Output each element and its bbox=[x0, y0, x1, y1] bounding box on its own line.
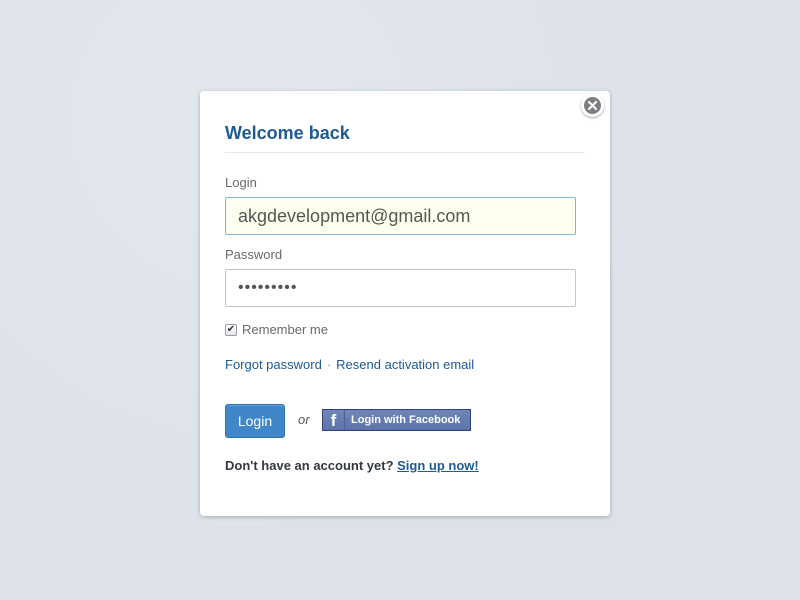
signup-prompt-row: Don't have an account yet? Sign up now! bbox=[225, 458, 479, 473]
signup-link[interactable]: Sign up now! bbox=[397, 458, 479, 473]
forgot-password-link[interactable]: Forgot password bbox=[225, 357, 322, 372]
remember-me-label[interactable]: Remember me bbox=[242, 322, 328, 337]
remember-me-row: ✔ Remember me bbox=[225, 322, 328, 337]
link-separator: · bbox=[326, 357, 332, 372]
signup-prompt: Don't have an account yet? bbox=[225, 458, 394, 473]
login-label: Login bbox=[225, 175, 257, 190]
facebook-login-button[interactable]: f Login with Facebook bbox=[322, 409, 471, 431]
dialog-title: Welcome back bbox=[225, 123, 350, 143]
login-dialog: Welcome back Login Password ✔ Remember m… bbox=[200, 91, 610, 516]
password-label: Password bbox=[225, 247, 283, 262]
account-links: Forgot password · Resend activation emai… bbox=[225, 357, 474, 372]
or-separator: or bbox=[298, 412, 310, 427]
resend-activation-link[interactable]: Resend activation email bbox=[336, 357, 474, 372]
remember-me-checkbox[interactable]: ✔ bbox=[225, 323, 237, 336]
login-button[interactable]: Login bbox=[225, 404, 285, 438]
title-divider bbox=[225, 152, 585, 153]
password-input[interactable] bbox=[225, 269, 576, 307]
login-input[interactable] bbox=[225, 197, 576, 235]
facebook-f-icon: f bbox=[323, 410, 345, 430]
close-icon bbox=[584, 97, 601, 114]
facebook-login-label: Login with Facebook bbox=[351, 414, 461, 426]
close-button[interactable] bbox=[581, 94, 604, 117]
